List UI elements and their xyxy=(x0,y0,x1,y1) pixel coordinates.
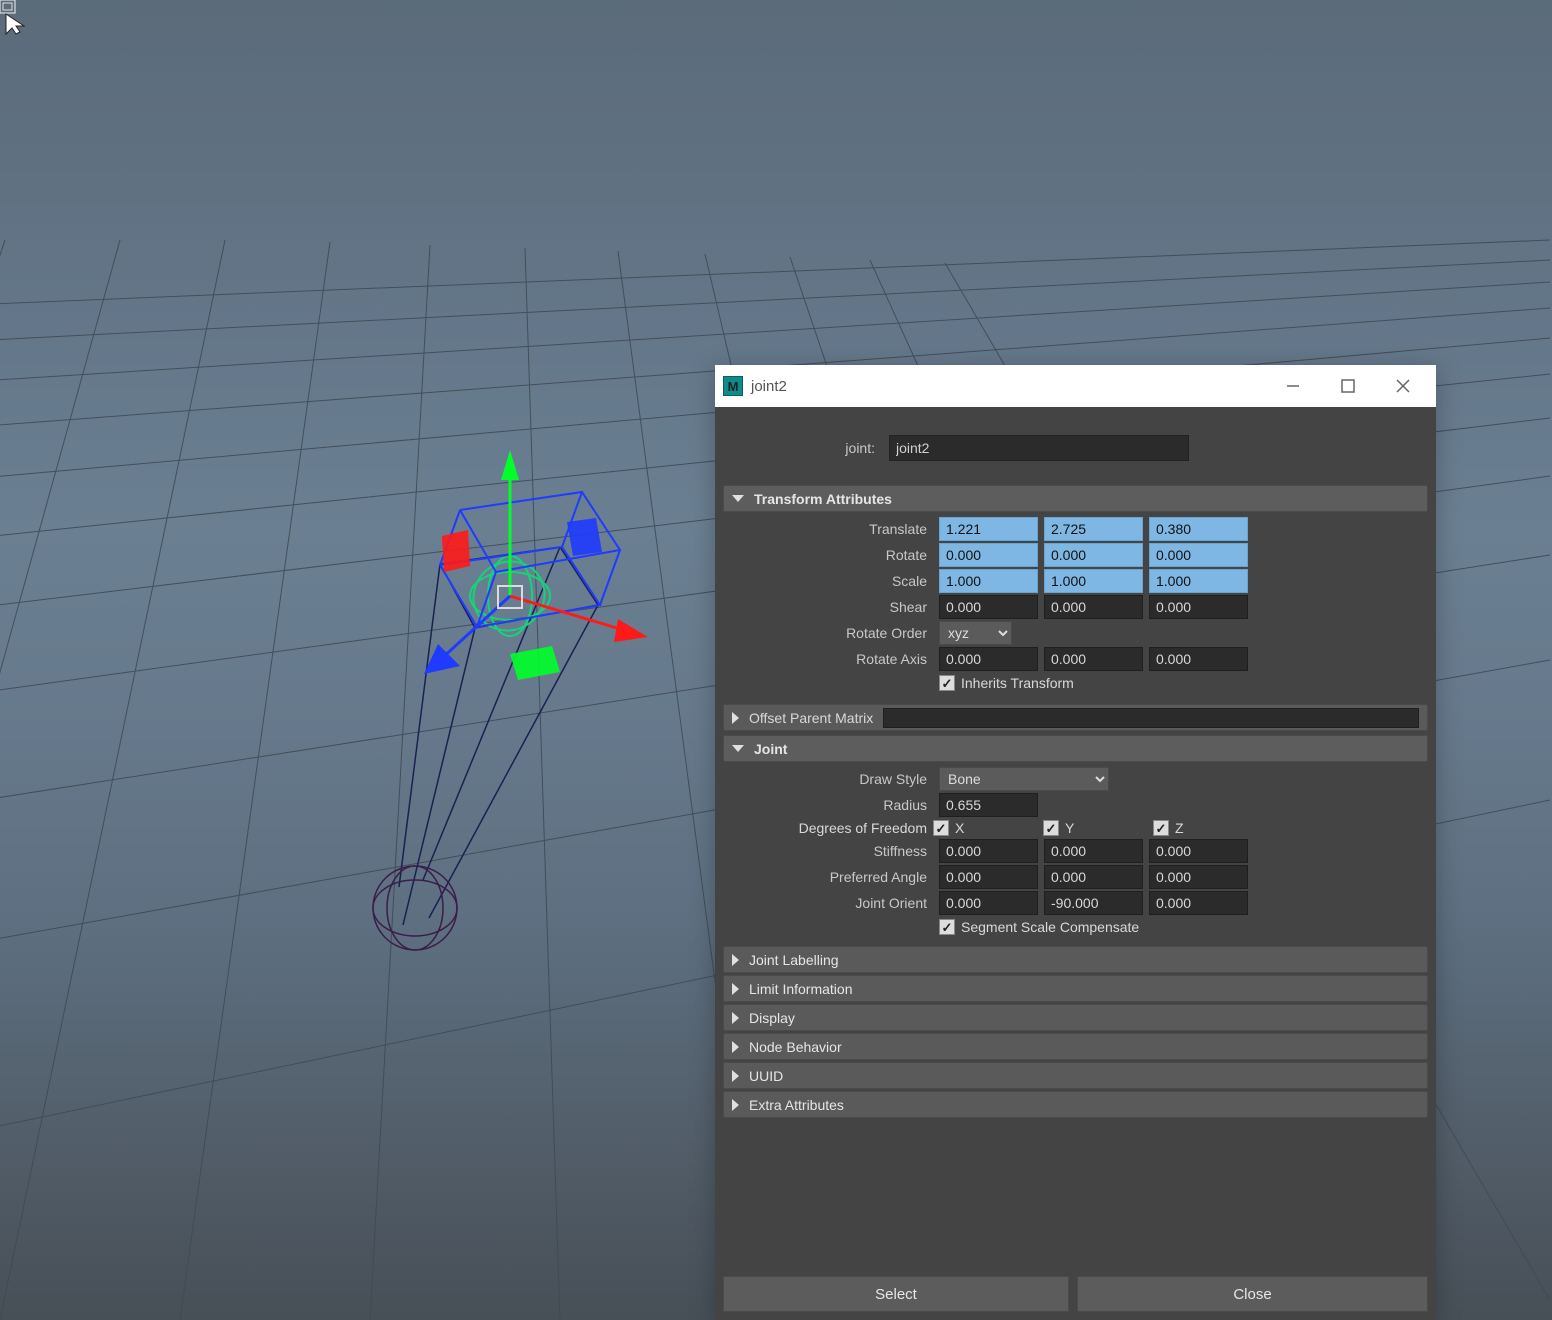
scale-label: Scale xyxy=(723,573,933,589)
rotate-label: Rotate xyxy=(723,547,933,563)
node-name-input[interactable] xyxy=(889,435,1189,461)
section-node-behavior-header[interactable]: Node Behavior xyxy=(723,1033,1428,1060)
section-transform-title: Transform Attributes xyxy=(754,491,892,507)
section-extra-attributes-header[interactable]: Extra Attributes xyxy=(723,1091,1428,1118)
dof-label: Degrees of Freedom xyxy=(723,820,933,836)
node-name-row: joint: xyxy=(715,407,1436,483)
chevron-down-icon xyxy=(732,495,744,502)
stiffness-z-input[interactable] xyxy=(1149,839,1248,863)
shear-label: Shear xyxy=(723,599,933,615)
window-titlebar[interactable]: M joint2 xyxy=(715,365,1436,407)
rotate-axis-y-input[interactable] xyxy=(1044,647,1143,671)
translate-y-input[interactable] xyxy=(1044,517,1143,541)
app-icon: M xyxy=(723,376,743,396)
joint-orient-y-input[interactable] xyxy=(1044,891,1143,915)
stiffness-x-input[interactable] xyxy=(939,839,1038,863)
radius-input[interactable] xyxy=(939,793,1038,817)
window-maximize-button[interactable] xyxy=(1320,365,1375,407)
section-transform-header[interactable]: Transform Attributes xyxy=(723,485,1428,512)
shear-x-input[interactable] xyxy=(939,595,1038,619)
shear-z-input[interactable] xyxy=(1149,595,1248,619)
preferred-angle-z-input[interactable] xyxy=(1149,865,1248,889)
chevron-right-icon xyxy=(732,983,739,995)
scale-y-input[interactable] xyxy=(1044,569,1143,593)
window-close-button[interactable] xyxy=(1375,365,1430,407)
chevron-right-icon xyxy=(732,712,739,724)
rotate-axis-label: Rotate Axis xyxy=(723,651,933,667)
rotate-x-input[interactable] xyxy=(939,543,1038,567)
section-joint-title: Joint xyxy=(754,741,787,757)
chevron-down-icon xyxy=(732,745,744,752)
section-uuid-title: UUID xyxy=(749,1068,783,1084)
scale-x-input[interactable] xyxy=(939,569,1038,593)
node-type-label: joint: xyxy=(735,440,881,456)
joint-orient-z-input[interactable] xyxy=(1149,891,1248,915)
window-title: joint2 xyxy=(751,378,1265,395)
chevron-right-icon xyxy=(732,954,739,966)
section-display-title: Display xyxy=(749,1010,795,1026)
rotate-axis-x-input[interactable] xyxy=(939,647,1038,671)
stiffness-label: Stiffness xyxy=(723,843,933,859)
joint-orient-label: Joint Orient xyxy=(723,895,933,911)
dof-y-checkbox[interactable] xyxy=(1043,820,1059,836)
draw-style-select[interactable]: Bone xyxy=(939,767,1109,791)
offset-parent-matrix-field[interactable] xyxy=(883,708,1419,728)
rotate-order-select[interactable]: xyz xyxy=(939,621,1012,645)
section-display-header[interactable]: Display xyxy=(723,1004,1428,1031)
translate-label: Translate xyxy=(723,521,933,537)
select-button[interactable]: Select xyxy=(723,1276,1069,1312)
section-joint-header[interactable]: Joint xyxy=(723,735,1428,762)
stiffness-y-input[interactable] xyxy=(1044,839,1143,863)
window-minimize-button[interactable] xyxy=(1265,365,1320,407)
section-limit-information-header[interactable]: Limit Information xyxy=(723,975,1428,1002)
translate-x-input[interactable] xyxy=(939,517,1038,541)
chevron-right-icon xyxy=(732,1099,739,1111)
section-uuid-header[interactable]: UUID xyxy=(723,1062,1428,1089)
dof-z-checkbox[interactable] xyxy=(1153,820,1169,836)
attribute-editor-window: M joint2 joint: Transform Attributes Tra… xyxy=(715,365,1436,1320)
dialog-button-bar: Select Close xyxy=(715,1268,1436,1320)
segment-scale-compensate-checkbox[interactable] xyxy=(939,919,955,935)
offset-parent-matrix-label: Offset Parent Matrix xyxy=(749,710,873,726)
dof-y-label: Y xyxy=(1065,820,1074,836)
preferred-angle-x-input[interactable] xyxy=(939,865,1038,889)
section-node-behavior-title: Node Behavior xyxy=(749,1039,842,1055)
rotate-z-input[interactable] xyxy=(1149,543,1248,567)
section-joint-labelling-header[interactable]: Joint Labelling xyxy=(723,946,1428,973)
rotate-y-input[interactable] xyxy=(1044,543,1143,567)
inherits-transform-checkbox[interactable] xyxy=(939,675,955,691)
preferred-angle-y-input[interactable] xyxy=(1044,865,1143,889)
chevron-right-icon xyxy=(732,1070,739,1082)
plane-handle-yz-icon xyxy=(442,530,470,572)
section-offset-parent-matrix[interactable]: Offset Parent Matrix xyxy=(723,704,1428,731)
chevron-right-icon xyxy=(732,1012,739,1024)
joint-orient-x-input[interactable] xyxy=(939,891,1038,915)
axis-y-icon xyxy=(501,450,519,596)
shear-y-input[interactable] xyxy=(1044,595,1143,619)
radius-label: Radius xyxy=(723,797,933,813)
chevron-right-icon xyxy=(732,1041,739,1053)
dof-x-label: X xyxy=(955,820,964,836)
preferred-angle-label: Preferred Angle xyxy=(723,869,933,885)
close-button[interactable]: Close xyxy=(1077,1276,1428,1312)
segment-scale-compensate-label: Segment Scale Compensate xyxy=(961,919,1139,935)
rotate-order-label: Rotate Order xyxy=(723,625,933,641)
scale-z-input[interactable] xyxy=(1149,569,1248,593)
translate-z-input[interactable] xyxy=(1149,517,1248,541)
section-joint-labelling-title: Joint Labelling xyxy=(749,952,839,968)
draw-style-label: Draw Style xyxy=(723,771,933,787)
inherits-transform-label: Inherits Transform xyxy=(961,675,1074,691)
section-limit-information-title: Limit Information xyxy=(749,981,852,997)
rotate-axis-z-input[interactable] xyxy=(1149,647,1248,671)
section-extra-attributes-title: Extra Attributes xyxy=(749,1097,844,1113)
dof-x-checkbox[interactable] xyxy=(933,820,949,836)
plane-handle-xz-icon xyxy=(567,518,602,556)
dof-z-label: Z xyxy=(1175,820,1184,836)
